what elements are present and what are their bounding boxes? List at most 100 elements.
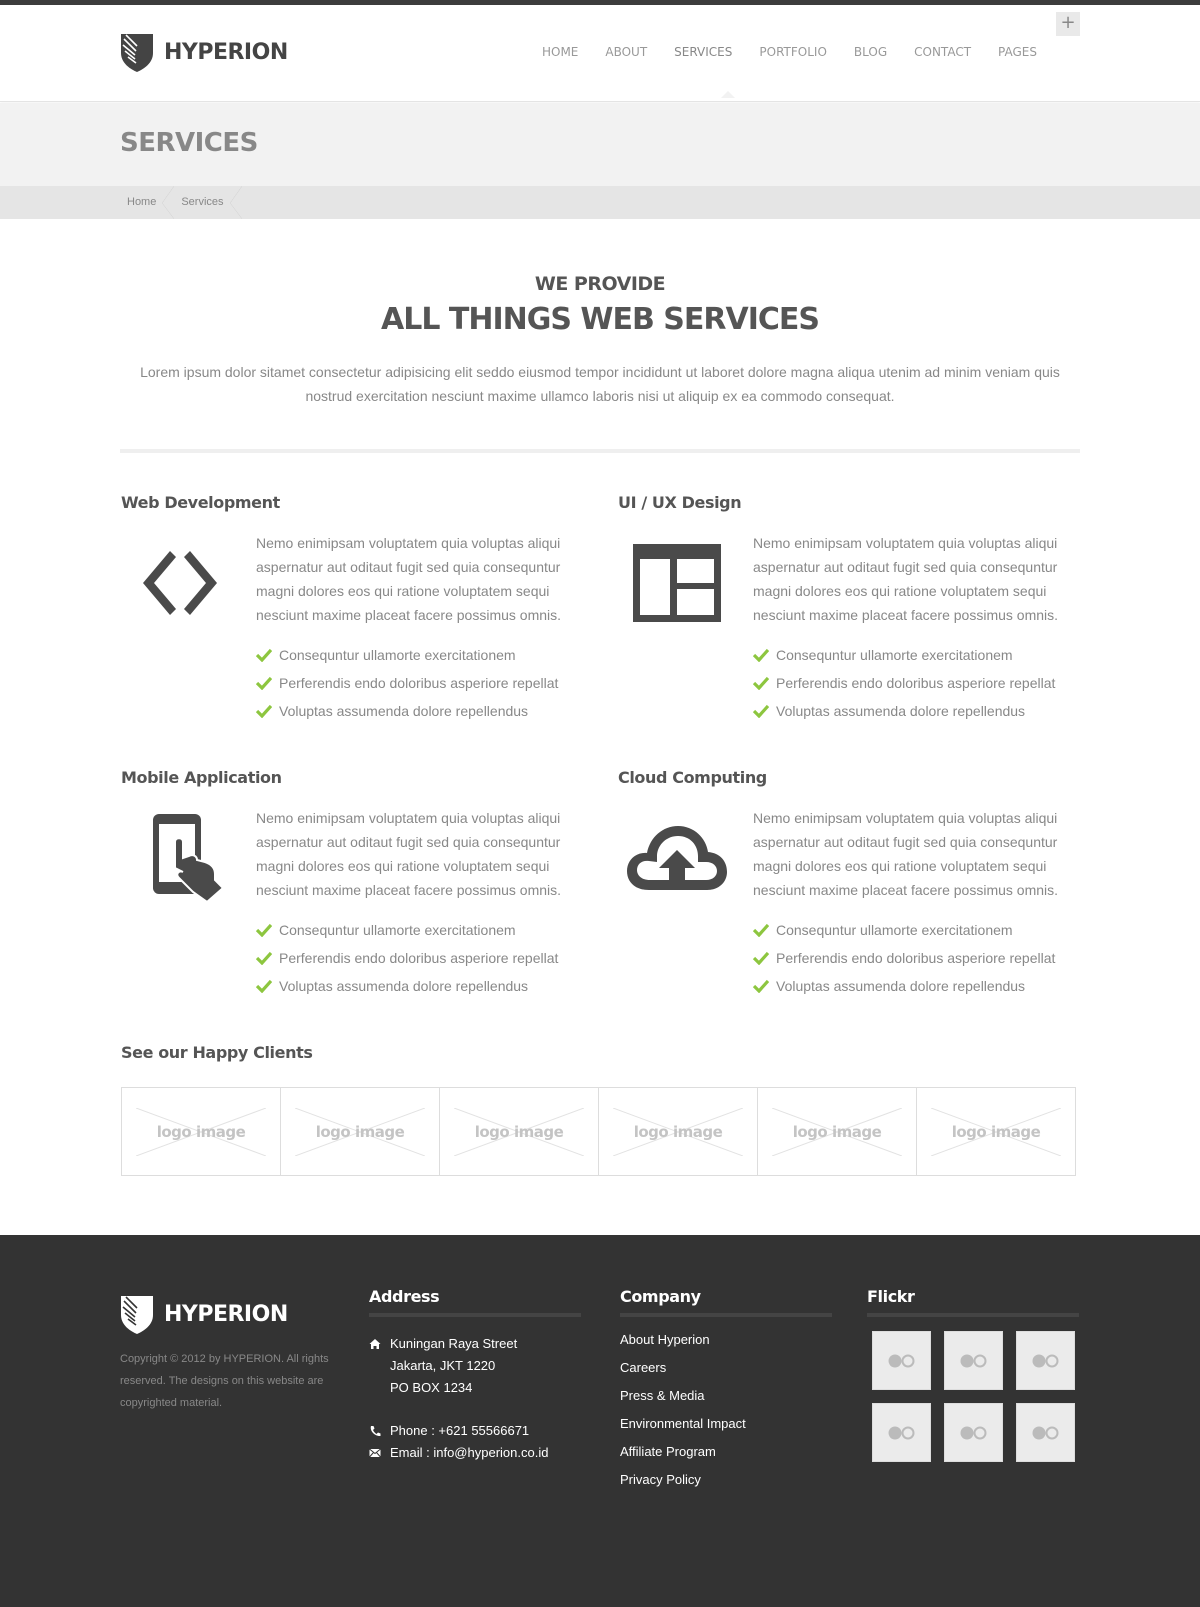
check-icon [753, 979, 769, 993]
breadcrumb: Home Services [120, 186, 242, 219]
service-ui-ux-design: UI / UX Design Nemo enimipsam voluptatem… [617, 493, 1077, 733]
flickr-thumbnail[interactable] [944, 1403, 1003, 1462]
client-logos-strip: logo image logo image logo image logo im… [121, 1087, 1076, 1176]
list-item: Voluptas assumenda dolore repellendus [753, 972, 1055, 1000]
service-title: Web Development [121, 493, 280, 512]
check-icon [256, 676, 272, 690]
check-icon [753, 704, 769, 718]
client-logo[interactable]: logo image [281, 1088, 440, 1175]
footer-company-title: Company [620, 1287, 701, 1306]
footer-flickr-title: Flickr [867, 1287, 915, 1306]
list-item: Consequntur ullamorte exercitationem [256, 641, 558, 669]
client-logo[interactable]: logo image [440, 1088, 599, 1175]
flickr-thumbnail[interactable] [1016, 1331, 1075, 1390]
service-description: Nemo enimipsam voluptatem quia voluptas … [753, 810, 1059, 898]
service-description: Nemo enimipsam voluptatem quia voluptas … [753, 535, 1059, 623]
site-header: HYPERION HOME ABOUT SERVICES PORTFOLIO B… [0, 5, 1200, 102]
service-title: UI / UX Design [618, 493, 742, 512]
breadcrumb-services[interactable]: Services [174, 186, 242, 219]
address-line: PO BOX 1234 [390, 1380, 473, 1395]
client-logo[interactable]: logo image [599, 1088, 758, 1175]
intro-title: ALL THINGS WEB SERVICES [380, 302, 820, 337]
footer-link-affiliate[interactable]: Affiliate Program [620, 1438, 832, 1466]
nav-contact[interactable]: CONTACT [914, 45, 971, 59]
section-divider [120, 449, 1080, 453]
footer-link-environmental[interactable]: Environmental Impact [620, 1410, 832, 1438]
list-item: Voluptas assumenda dolore repellendus [256, 972, 558, 1000]
check-icon [753, 676, 769, 690]
flickr-icon [1032, 1426, 1058, 1439]
site-footer: HYPERION Copyright © 2012 by HYPERION. A… [0, 1235, 1200, 1607]
check-icon [256, 648, 272, 662]
check-icon [753, 648, 769, 662]
footer-company: Company About Hyperion Careers Press & M… [620, 1287, 832, 1494]
intro-text: Lorem ipsum dolor sitamet consectetur ad… [140, 364, 1060, 404]
nav-about[interactable]: ABOUT [605, 45, 647, 59]
service-description: Nemo enimipsam voluptatem quia voluptas … [256, 535, 562, 623]
service-feature-list: Consequntur ullamorte exercitationem Per… [256, 641, 558, 725]
list-item: Perferendis endo doloribus asperiore rep… [256, 944, 558, 972]
flickr-icon [960, 1354, 986, 1367]
footer-link-press[interactable]: Press & Media [620, 1382, 832, 1410]
email-icon [369, 1448, 381, 1458]
list-item: Voluptas assumenda dolore repellendus [256, 697, 558, 725]
breadcrumb-band: Home Services [0, 186, 1200, 219]
service-cloud-computing: Cloud Computing Nemo enimipsam voluptate… [617, 768, 1077, 1008]
mobile-touch-icon [120, 808, 240, 908]
list-item: Voluptas assumenda dolore repellendus [753, 697, 1055, 725]
footer-brand-logo[interactable]: HYPERION [120, 1293, 288, 1335]
clients-title: See our Happy Clients [121, 1043, 313, 1062]
nav-pages[interactable]: PAGES [998, 45, 1037, 59]
flickr-thumbnail[interactable] [1016, 1403, 1075, 1462]
page-title: SERVICES [120, 128, 258, 158]
footer-email[interactable]: Email : info@hyperion.co.id [390, 1442, 548, 1464]
shield-logo-icon [121, 1296, 153, 1334]
nav-portfolio[interactable]: PORTFOLIO [759, 45, 827, 59]
list-item: Consequntur ullamorte exercitationem [753, 916, 1055, 944]
expand-plus-button[interactable]: + [1056, 12, 1080, 36]
nav-home[interactable]: HOME [542, 45, 578, 59]
service-description: Nemo enimipsam voluptatem quia voluptas … [256, 810, 562, 898]
footer-brand-name: HYPERION [164, 1301, 288, 1327]
footer-divider [620, 1313, 832, 1317]
brand-name: HYPERION [164, 39, 288, 65]
nav-blog[interactable]: BLOG [854, 45, 887, 59]
layout-icon [617, 533, 737, 633]
cloud-upload-icon [617, 808, 737, 908]
service-feature-list: Consequntur ullamorte exercitationem Per… [753, 641, 1055, 725]
flickr-icon [960, 1426, 986, 1439]
check-icon [256, 923, 272, 937]
footer-address-title: Address [369, 1287, 440, 1306]
service-web-development: Web Development Nemo enimipsam voluptate… [120, 493, 580, 733]
address-line: Kuningan Raya Street [390, 1336, 518, 1351]
service-title: Mobile Application [121, 768, 282, 787]
flickr-thumbnail[interactable] [872, 1403, 931, 1462]
flickr-icon [888, 1426, 914, 1439]
client-logo[interactable]: logo image [122, 1088, 281, 1175]
footer-divider [369, 1313, 581, 1317]
list-item: Perferendis endo doloribus asperiore rep… [753, 669, 1055, 697]
footer-address: Address Kuningan Raya Street Jakarta, JK… [369, 1287, 581, 1464]
flickr-thumbnail[interactable] [944, 1331, 1003, 1390]
intro-subtitle: WE PROVIDE [534, 273, 666, 295]
footer-phone[interactable]: Phone : +621 55566671 [390, 1420, 529, 1442]
service-mobile-application: Mobile Application Nemo enimipsam volupt… [120, 768, 580, 1008]
breadcrumb-home[interactable]: Home [120, 186, 175, 219]
flickr-grid [872, 1331, 1079, 1462]
list-item: Consequntur ullamorte exercitationem [256, 916, 558, 944]
flickr-thumbnail[interactable] [872, 1331, 931, 1390]
client-logo[interactable]: logo image [758, 1088, 917, 1175]
page-title-band: SERVICES [0, 103, 1200, 186]
main-nav: HOME ABOUT SERVICES PORTFOLIO BLOG CONTA… [515, 45, 1037, 59]
check-icon [753, 951, 769, 965]
footer-link-careers[interactable]: Careers [620, 1354, 832, 1382]
nav-services[interactable]: SERVICES [674, 45, 732, 59]
service-feature-list: Consequntur ullamorte exercitationem Per… [753, 916, 1055, 1000]
check-icon [256, 704, 272, 718]
brand-logo[interactable]: HYPERION [120, 31, 288, 73]
address-line: Jakarta, JKT 1220 [390, 1358, 496, 1373]
footer-link-privacy[interactable]: Privacy Policy [620, 1466, 832, 1494]
code-icon [120, 533, 240, 633]
footer-link-about[interactable]: About Hyperion [620, 1326, 832, 1354]
client-logo[interactable]: logo image [917, 1088, 1075, 1175]
